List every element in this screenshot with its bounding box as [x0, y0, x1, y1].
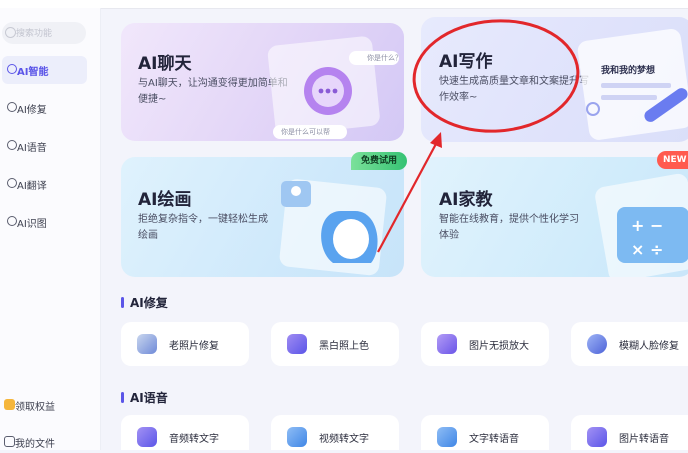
tool-label: 音频转文字: [169, 434, 219, 445]
upscale-icon: [437, 334, 457, 354]
section-accent-bar: [121, 297, 124, 308]
ai-writing-description: 快速生成高质量文章和文案提升写作效率~: [439, 76, 589, 103]
section-title-ai-voice: AI语音: [121, 389, 168, 406]
tool-label: 图片转语音: [619, 434, 669, 445]
tool-text-to-speech[interactable]: 文字转语音: [421, 415, 549, 450]
ai-tutor-card[interactable]: AI家教 智能在线教育，提供个性化学习体验 + − × ÷: [421, 157, 688, 277]
tool-label: 老照片修复: [169, 341, 219, 352]
tool-video-to-text[interactable]: 视频转文字: [271, 415, 399, 450]
colorize-icon: [287, 334, 307, 354]
image-to-speech-icon: [587, 427, 607, 447]
ai-chat-card[interactable]: AI聊天 与AI聊天，让沟通变得更加简单和便捷~ 你是什么？ 你是什么可以帮: [121, 23, 404, 141]
chat-bubble-1: 你是什么？: [367, 54, 402, 62]
drawing-illustration: [279, 179, 387, 276]
folder-icon: [4, 436, 15, 447]
chat-bubble-2: 你是什么可以帮: [281, 128, 330, 136]
new-badge: NEW: [657, 151, 688, 169]
ai-tutor-title: AI家教: [439, 190, 493, 210]
claim-benefits-label: 领取权益: [15, 402, 55, 413]
svg-text:+ −: + −: [631, 216, 663, 235]
tool-old-photo-repair[interactable]: 老照片修复: [121, 322, 249, 366]
ai-drawing-description: 拒绝复杂指令，一键轻松生成绘画: [138, 214, 268, 241]
tool-label: 图片无损放大: [469, 341, 529, 352]
writing-note-text: 我和我的梦想: [601, 66, 656, 76]
repair-icon: [7, 102, 17, 112]
ai-drawing-title: AI绘画: [138, 190, 192, 210]
sidebar-item-ai-translate[interactable]: AI翻译: [2, 170, 87, 198]
section-title-text: AI修复: [130, 296, 168, 310]
tool-label: 模糊人脸修复: [619, 341, 679, 352]
text-to-speech-icon: [437, 427, 457, 447]
search-input[interactable]: 搜索功能: [2, 22, 86, 44]
ai-chat-title: AI聊天: [138, 54, 192, 74]
translate-icon: [7, 178, 17, 188]
writing-illustration: [577, 29, 688, 140]
top-bar: [0, 0, 688, 9]
video-to-text-icon: [287, 427, 307, 447]
image-recognize-icon: [7, 216, 17, 226]
microphone-icon: [7, 140, 17, 150]
face-restore-icon: [587, 334, 607, 354]
tool-audio-to-text[interactable]: 音频转文字: [121, 415, 249, 450]
section-title-ai-repair: AI修复: [121, 294, 168, 311]
sidebar-item-label: AI语音: [17, 143, 47, 154]
tool-face-restore[interactable]: 模糊人脸修复: [571, 322, 688, 366]
chat-illustration: [267, 36, 399, 139]
old-photo-icon: [137, 334, 157, 354]
ai-tutor-description: 智能在线教育，提供个性化学习体验: [439, 214, 579, 241]
ai-drawing-card[interactable]: AI绘画 拒绝复杂指令，一键轻松生成绘画: [121, 157, 404, 277]
sidebar-item-label: AI修复: [17, 105, 47, 116]
search-placeholder: 搜索功能: [16, 29, 53, 39]
svg-text:× ÷: × ÷: [631, 240, 663, 259]
sidebar-item-ai-voice[interactable]: AI语音: [2, 132, 87, 160]
sidebar-item-label: AI翻译: [17, 181, 47, 192]
search-icon: [5, 27, 16, 38]
tool-image-to-speech[interactable]: 图片转语音: [571, 415, 688, 450]
sidebar: 搜索功能 AI智能 AI修复 AI语音 AI翻译 AI识图 领取权益 我的文件: [0, 8, 101, 450]
sidebar-item-ai-recognize[interactable]: AI识图: [2, 208, 87, 236]
ai-writing-card[interactable]: AI写作 快速生成高质量文章和文案提升写作效率~ 我和我的梦想: [421, 17, 688, 142]
ai-writing-title: AI写作: [439, 52, 493, 72]
claim-benefits-button[interactable]: 领取权益: [0, 394, 100, 416]
section-accent-bar: [121, 392, 124, 403]
free-trial-badge: 免费试用: [351, 152, 407, 170]
sidebar-item-ai-smart[interactable]: AI智能: [2, 56, 87, 84]
gift-icon: [4, 399, 15, 410]
sidebar-item-label: AI智能: [17, 67, 49, 78]
audio-to-text-icon: [137, 427, 157, 447]
main-content: AI聊天 与AI聊天，让沟通变得更加简单和便捷~ 你是什么？ 你是什么可以帮 A…: [101, 9, 688, 450]
sparkle-icon: [7, 64, 17, 74]
math-book-illustration: + − × ÷: [595, 173, 688, 277]
section-title-text: AI语音: [130, 391, 168, 405]
my-files-label: 我的文件: [15, 439, 55, 450]
sidebar-item-label: AI识图: [17, 219, 47, 230]
sidebar-item-ai-repair[interactable]: AI修复: [2, 94, 87, 122]
tool-label: 文字转语音: [469, 434, 519, 445]
tool-label: 黑白照上色: [319, 341, 369, 352]
tool-upscale[interactable]: 图片无损放大: [421, 322, 549, 366]
tool-colorize[interactable]: 黑白照上色: [271, 322, 399, 366]
tool-label: 视频转文字: [319, 434, 369, 445]
